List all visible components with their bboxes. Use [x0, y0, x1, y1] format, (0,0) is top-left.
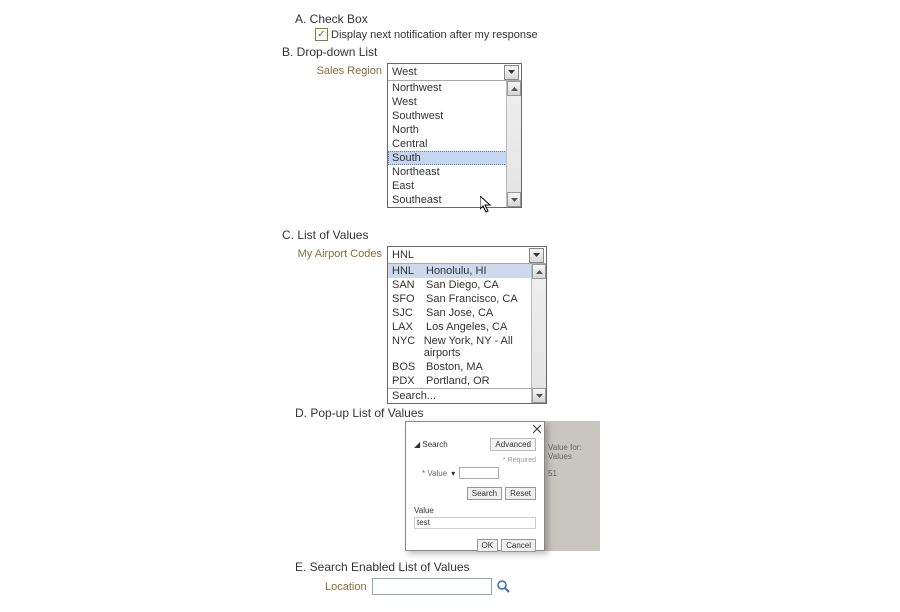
required-hint: * Required: [414, 457, 536, 464]
dropdown-option[interactable]: West: [388, 95, 521, 109]
airport-codes-lov[interactable]: HNL HNLHonolulu, HI SANSan Diego, CA SFO…: [387, 246, 547, 404]
popup-result-value[interactable]: test: [414, 517, 536, 529]
location-input[interactable]: [372, 578, 492, 595]
dropdown-value: West: [392, 66, 417, 78]
airport-codes-label: My Airport Codes: [282, 246, 387, 260]
lov-search-link[interactable]: Search...: [388, 388, 546, 403]
scroll-up-button[interactable]: [507, 81, 521, 96]
section-c-title: C. List of Values: [282, 228, 547, 242]
dropdown-list[interactable]: Northwest West Southwest North Central S…: [388, 81, 521, 207]
check-icon: ✓: [317, 30, 325, 40]
popup-value-input[interactable]: [459, 467, 499, 479]
chevron-up-icon: [536, 270, 543, 274]
chevron-down-icon: [536, 394, 543, 398]
sales-region-label: Sales Region: [282, 63, 387, 77]
scroll-down-button[interactable]: [532, 388, 546, 403]
lov-row[interactable]: LAXLos Angeles, CA: [388, 320, 546, 334]
dropdown-option[interactable]: North: [388, 123, 521, 137]
section-e-title: E. Search Enabled List of Values: [295, 560, 511, 574]
dropdown-option[interactable]: Southeast: [388, 193, 521, 207]
lov-row[interactable]: PDXPortland, OR: [388, 374, 546, 388]
section-a-title: A. Check Box: [295, 12, 538, 26]
lov-row[interactable]: NYCNew York, NY - All airports: [388, 334, 546, 360]
lov-row[interactable]: SJCSan Jose, CA: [388, 306, 546, 320]
lov-row[interactable]: HNLHonolulu, HI: [388, 264, 546, 278]
chevron-down-icon: [508, 70, 515, 74]
lov-scrollbar[interactable]: [531, 264, 546, 403]
dropdown-option[interactable]: Northwest: [388, 81, 521, 95]
chevron-down-icon: [533, 253, 540, 257]
search-button[interactable]: Search: [467, 487, 502, 500]
lov-value: HNL: [392, 249, 414, 261]
chevron-up-icon: [511, 87, 518, 91]
dropdown-option[interactable]: Northeast: [388, 165, 521, 179]
side-panel-text: Value for: Values 51: [548, 443, 582, 478]
section-b-title: B. Drop-down List: [282, 45, 522, 59]
dropdown-option-highlighted[interactable]: South: [388, 151, 521, 165]
lov-row[interactable]: SANSan Diego, CA: [388, 278, 546, 292]
dropdown-arrow-button[interactable]: [504, 65, 519, 80]
scroll-up-button[interactable]: [532, 264, 546, 279]
dropdown-option[interactable]: Central: [388, 137, 521, 151]
scroll-down-button[interactable]: [507, 192, 521, 207]
advanced-button[interactable]: Advanced: [490, 438, 536, 451]
display-notification-checkbox[interactable]: ✓: [315, 28, 328, 41]
checkbox-label: Display next notification after my respo…: [331, 29, 538, 41]
dropdown-option[interactable]: East: [388, 179, 521, 193]
lov-row[interactable]: BOSBoston, MA: [388, 360, 546, 374]
dropdown-scrollbar[interactable]: [506, 81, 521, 207]
popup-lov-dialog: ◢ Search Advanced * Required * Value ▾ S…: [405, 421, 545, 551]
popup-op-icon[interactable]: ▾: [451, 469, 455, 478]
sales-region-dropdown[interactable]: West Northwest West Southwest North Cent…: [387, 63, 522, 208]
location-search-button[interactable]: [497, 580, 511, 594]
lov-arrow-button[interactable]: [529, 248, 544, 263]
chevron-down-icon: [511, 198, 518, 202]
popup-search-heading: ◢ Search: [414, 440, 448, 449]
close-icon: [533, 425, 541, 433]
dropdown-option[interactable]: Southwest: [388, 109, 521, 123]
ok-button[interactable]: OK: [477, 539, 499, 552]
location-label: Location: [325, 581, 367, 593]
cancel-button[interactable]: Cancel: [501, 539, 536, 552]
section-d-title: D. Pop-up List of Values: [295, 406, 424, 420]
lov-row[interactable]: SFOSan Francisco, CA: [388, 292, 546, 306]
search-icon: [497, 580, 511, 594]
close-button[interactable]: [533, 425, 541, 436]
reset-button[interactable]: Reset: [505, 487, 536, 500]
popup-value-heading: Value: [414, 506, 536, 515]
popup-field-label: * Value: [422, 469, 447, 478]
